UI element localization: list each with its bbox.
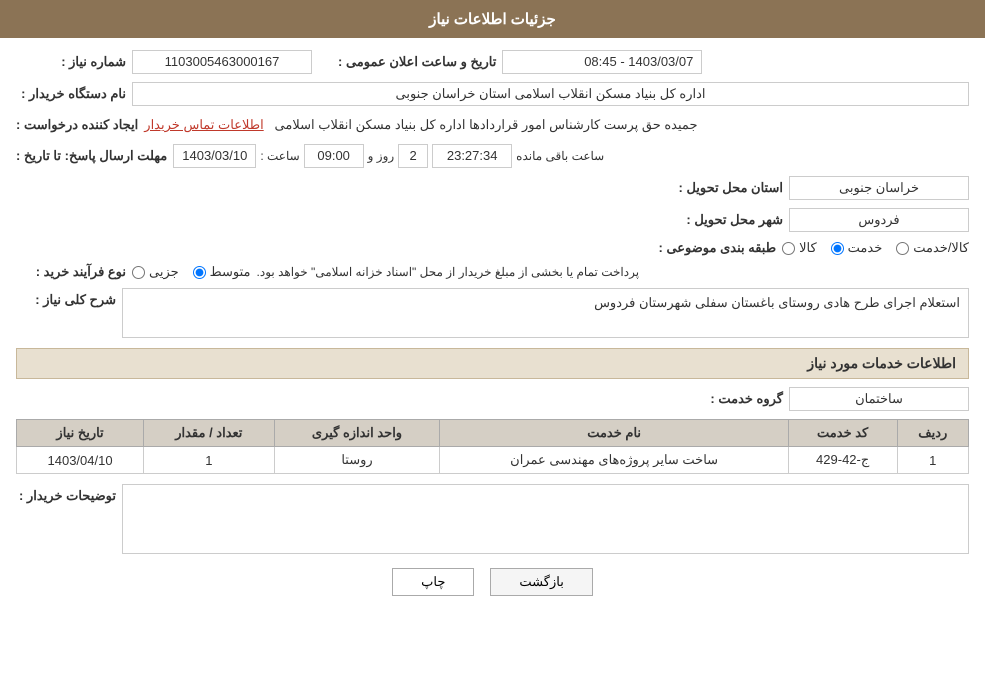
tabaqe-label: طبقه بندی موضوعی : (659, 240, 777, 256)
print-button[interactable]: چاپ (392, 568, 474, 596)
khadamat-section-title: اطلاعات خدمات مورد نیاز (16, 348, 969, 379)
table-row: 1ج-42-429ساخت سایر پروژه‌های مهندسی عمرا… (17, 447, 969, 474)
col-vahed: واحد اندازه گیری (274, 420, 440, 447)
cell-tarikh: 1403/04/10 (17, 447, 144, 474)
page-header: جزئیات اطلاعات نیاز (0, 0, 985, 38)
mohlat-date: 1403/03/10 (173, 144, 256, 168)
shahr-label: شهر محل تحویل : (673, 212, 783, 228)
tabaqe-khadamat-item[interactable]: خدمت (831, 240, 883, 256)
mohlat-saat: 09:00 (304, 144, 364, 168)
sharh-niaz-label: شرح کلی نیاز : (16, 288, 116, 308)
ijad-konande-value: جمیده حق پرست کارشناس امور قراردادها ادا… (275, 117, 698, 132)
tabaqe-khadamat-label: خدمت (848, 240, 883, 256)
tarikh-elan-value: 1403/03/07 - 08:45 (502, 50, 702, 74)
cell-vahed: روستا (274, 447, 440, 474)
service-table: ردیف کد خدمت نام خدمت واحد اندازه گیری ت… (16, 419, 969, 474)
tabaqe-kala-radio[interactable] (782, 242, 795, 255)
ostan-label: استان محل تحویل : (673, 180, 783, 196)
cell-radif: 1 (897, 447, 968, 474)
col-radif: ردیف (897, 420, 968, 447)
sharh-niaz-value: استعلام اجرای طرح هادی روستای باغستان سف… (122, 288, 969, 338)
tarikh-elan-label: تاریخ و ساعت اعلان عمومی : (338, 54, 496, 70)
cell-nam: ساخت سایر پروژه‌های مهندسی عمران (440, 447, 788, 474)
col-tarikh: تاریخ نیاز (17, 420, 144, 447)
button-row: بازگشت چاپ (16, 568, 969, 596)
noع-farayand-jozii-label: جزیی (149, 264, 179, 280)
tabaqe-kala-khadamat-label: کالا/خدمت (913, 240, 969, 256)
توضیحات-value[interactable] (122, 484, 969, 554)
noع-farayand-desc: پرداخت تمام یا بخشی از مبلغ خریدار از مح… (257, 265, 969, 279)
nam-dastgah-label: نام دستگاه خریدار : (16, 86, 126, 102)
tabaqe-khadamat-radio[interactable] (831, 242, 844, 255)
shomara-niaz-value: 1103005463000167 (132, 50, 312, 74)
noع-farayand-radio-group: جزیی متوسط (132, 264, 251, 280)
noع-farayand-motavasset-item[interactable]: متوسط (193, 264, 251, 280)
mohlat-label: مهلت ارسال پاسخ: تا تاریخ : (16, 148, 167, 164)
shahr-value: فردوس (789, 208, 969, 232)
noع-farayand-jozii-radio[interactable] (132, 266, 145, 279)
mohlat-baqi-label: ساعت باقی مانده (516, 149, 604, 163)
goroh-label: گروه خدمت : (673, 391, 783, 407)
توضیحات-label: توضیحات خریدار : (16, 484, 116, 504)
col-kod: کد خدمت (788, 420, 897, 447)
cell-kod: ج-42-429 (788, 447, 897, 474)
tabaqe-kala-khadamat-item[interactable]: کالا/خدمت (896, 240, 969, 256)
mohlat-saat-label: ساعت : (260, 149, 299, 163)
ijad-konande-label: ایجاد کننده درخواست : (16, 117, 138, 133)
mohlat-rooz-label: روز و (368, 149, 395, 163)
tabaqe-kala-label: کالا (799, 240, 817, 256)
tabaqe-kala-item[interactable]: کالا (782, 240, 817, 256)
noع-farayand-jozii-item[interactable]: جزیی (132, 264, 179, 280)
noع-farayand-label: نوع فرآیند خرید : (16, 264, 126, 280)
tabaqe-kala-khadamat-radio[interactable] (896, 242, 909, 255)
ostan-value: خراسان جنوبی (789, 176, 969, 200)
nam-dastgah-value: اداره کل بنیاد مسکن انقلاب اسلامی استان … (132, 82, 969, 106)
col-nam: نام خدمت (440, 420, 788, 447)
cell-tedad: 1 (144, 447, 274, 474)
mohlat-baqi: 23:27:34 (432, 144, 512, 168)
goroh-value: ساختمان (789, 387, 969, 411)
shomara-niaz-label: شماره نیاز : (16, 54, 126, 70)
noع-farayand-motavasset-radio[interactable] (193, 266, 206, 279)
col-tedad: تعداد / مقدار (144, 420, 274, 447)
noع-farayand-motavasset-label: متوسط (210, 264, 251, 280)
ettelaat-tamas-link[interactable]: اطلاعات تماس خریدار (144, 117, 263, 132)
back-button[interactable]: بازگشت (490, 568, 592, 596)
mohlat-rooz: 2 (398, 144, 428, 168)
tabaqe-radio-group: کالا خدمت کالا/خدمت (782, 240, 969, 256)
